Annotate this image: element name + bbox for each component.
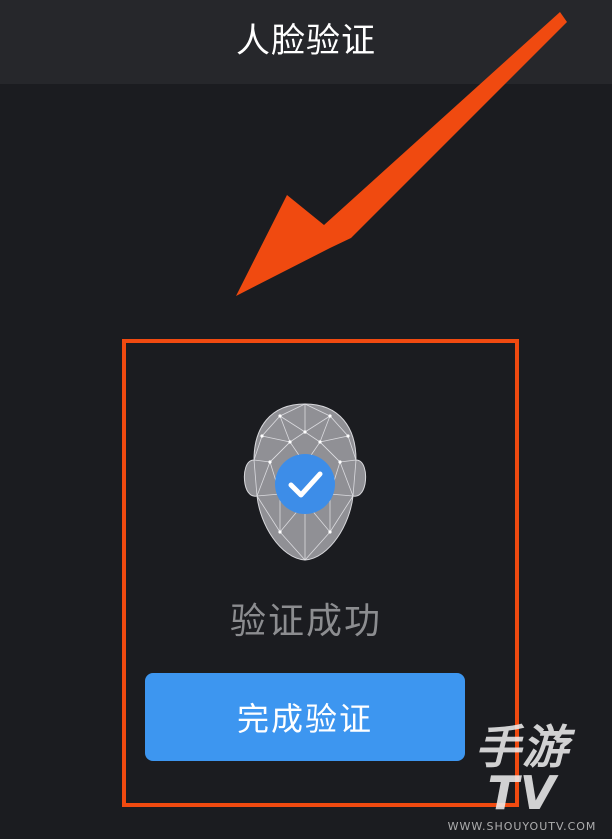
title-bar: 人脸验证 bbox=[0, 0, 612, 84]
watermark-url: WWW.SHOUYOUTV.COM bbox=[447, 820, 597, 833]
watermark: 手游TV WWW.SHOUYOUTV.COM bbox=[442, 724, 602, 833]
check-badge bbox=[275, 454, 335, 514]
face-mesh-icon bbox=[243, 403, 367, 561]
complete-verification-button[interactable]: 完成验证 bbox=[145, 673, 465, 761]
verification-status-text: 验证成功 bbox=[229, 601, 382, 642]
face-verification-screen: 人脸验证 验证成功 完成验证 手游TV WWW.SHOUYOUTV.COM bbox=[0, 0, 612, 839]
page-title: 人脸验证 bbox=[236, 20, 376, 61]
watermark-logo: 手游TV bbox=[475, 720, 569, 820]
